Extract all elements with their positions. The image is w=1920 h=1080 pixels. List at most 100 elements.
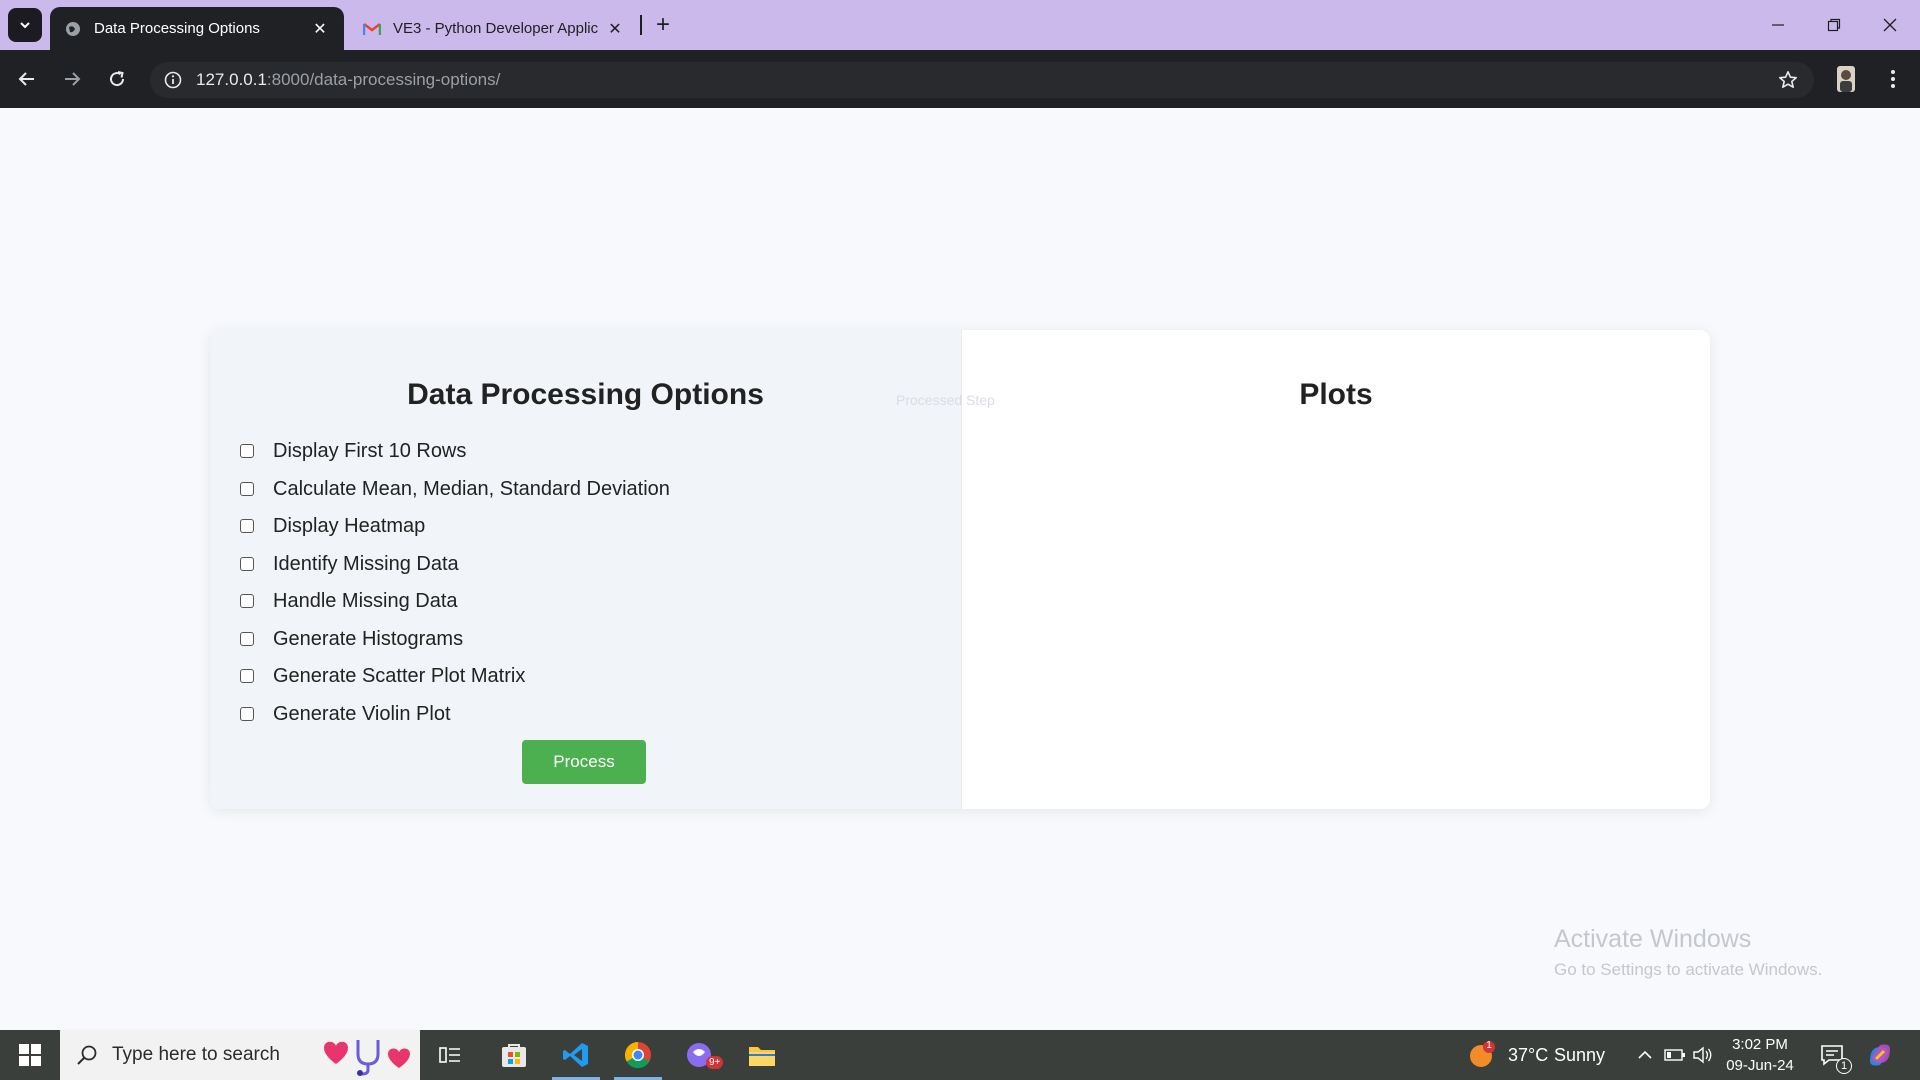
tab-data-processing[interactable]: Data Processing Options ✕	[50, 7, 344, 50]
search-placeholder: Type here to search	[112, 1044, 280, 1065]
checkbox[interactable]	[240, 707, 254, 721]
arrow-right-icon	[65, 72, 81, 86]
option-display-first-rows[interactable]: Display First 10 Rows	[240, 436, 466, 466]
content-card: Data Processing Options Display First 10…	[210, 330, 1710, 809]
option-label: Identify Missing Data	[273, 552, 459, 575]
speaker-icon	[1693, 1046, 1712, 1064]
close-tab-icon[interactable]: ✕	[310, 19, 330, 39]
option-label: Generate Scatter Plot Matrix	[273, 664, 526, 687]
tab-gmail[interactable]: VE3 - Python Developer Applic ✕	[349, 7, 639, 50]
taskbar-store[interactable]	[484, 1030, 544, 1080]
url-text: 127.0.0.1:8000/data-processing-options/	[196, 70, 500, 90]
task-view-icon	[439, 1047, 460, 1063]
options-panel-title: Data Processing Options	[407, 378, 764, 411]
option-histograms[interactable]: Generate Histograms	[240, 624, 463, 654]
tab-search-button[interactable]	[8, 8, 42, 42]
globe-icon	[64, 20, 82, 38]
copilot-button[interactable]	[1858, 1030, 1902, 1080]
checkbox[interactable]	[240, 557, 254, 571]
reload-button[interactable]	[99, 61, 135, 97]
windows-logo-icon	[19, 1044, 41, 1066]
option-label: Calculate Mean, Median, Standard Deviati…	[273, 477, 670, 500]
browser-menu-button[interactable]	[1875, 61, 1911, 97]
option-handle-missing[interactable]: Handle Missing Data	[240, 586, 458, 616]
url-host: 127.0.0.1	[196, 70, 267, 89]
chrome-icon	[624, 1041, 651, 1069]
task-view-button[interactable]	[420, 1030, 480, 1080]
tab-title: VE3 - Python Developer Applic	[393, 20, 599, 37]
weather-condition: Sunny	[1554, 1045, 1606, 1065]
vscode-icon	[563, 1043, 588, 1067]
checkbox[interactable]	[240, 482, 254, 496]
start-button[interactable]	[0, 1030, 60, 1080]
checkbox[interactable]	[240, 632, 254, 646]
address-bar[interactable]: 127.0.0.1:8000/data-processing-options/	[150, 62, 1814, 98]
weather-badge: 1	[1486, 1040, 1492, 1051]
restore-icon	[1827, 18, 1841, 32]
weather-widget[interactable]: 1 37°C Sunny	[1468, 1040, 1618, 1070]
tab-separator	[640, 15, 642, 35]
option-label: Generate Violin Plot	[273, 702, 451, 725]
weather-temp: 37°C	[1508, 1045, 1549, 1065]
checkbox[interactable]	[240, 669, 254, 683]
restore-button[interactable]	[1806, 0, 1862, 50]
close-window-button[interactable]	[1862, 0, 1918, 50]
network-button[interactable]	[1660, 1030, 1690, 1080]
tab-strip: Data Processing Options ✕ VE3 - Python D…	[0, 0, 1920, 50]
clock-date: 09-Jun-24	[1726, 1057, 1794, 1074]
taskbar-file-explorer[interactable]	[732, 1030, 792, 1080]
minimize-icon	[1772, 24, 1784, 26]
notifications-button[interactable]: 1	[1812, 1030, 1852, 1080]
taskbar-chat-app[interactable]: 9+	[670, 1030, 730, 1080]
taskbar-search[interactable]: Type here to search	[60, 1030, 420, 1080]
option-label: Display First 10 Rows	[273, 439, 467, 462]
notification-count: 1	[1836, 1058, 1852, 1074]
stethoscope-hearts-icon	[324, 1040, 410, 1076]
option-identify-missing[interactable]: Identify Missing Data	[240, 549, 459, 579]
option-scatter-matrix[interactable]: Generate Scatter Plot Matrix	[240, 661, 525, 691]
taskbar-vscode[interactable]	[546, 1030, 606, 1080]
battery-icon	[1664, 1049, 1685, 1061]
plots-panel-title: Plots	[1299, 378, 1373, 411]
option-label: Display Heatmap	[273, 514, 426, 537]
option-calc-stats[interactable]: Calculate Mean, Median, Standard Deviati…	[240, 474, 670, 504]
taskbar: Type here to search 9+ 1 37°C Sunny 3:02…	[0, 1030, 1920, 1080]
back-button[interactable]	[9, 61, 45, 97]
star-icon	[1779, 71, 1797, 88]
minimize-button[interactable]	[1750, 0, 1806, 50]
profile-avatar[interactable]	[1828, 61, 1864, 97]
option-label: Handle Missing Data	[273, 589, 458, 612]
forward-button[interactable]	[54, 61, 90, 97]
tab-title: Data Processing Options	[94, 20, 260, 37]
faded-tooltip: Processed Step	[896, 392, 995, 408]
info-icon	[164, 71, 182, 89]
url-path: :8000/data-processing-options/	[266, 70, 501, 89]
search-icon	[77, 1045, 97, 1065]
checkbox[interactable]	[240, 519, 254, 533]
volume-button[interactable]	[1688, 1030, 1718, 1080]
show-hidden-icons-button[interactable]	[1628, 1030, 1662, 1080]
close-tab-icon[interactable]: ✕	[605, 19, 625, 39]
new-tab-button[interactable]: +	[648, 10, 678, 40]
chevron-down-icon	[20, 22, 30, 29]
process-button[interactable]: Process	[522, 740, 646, 784]
clock-time: 3:02 PM	[1732, 1036, 1788, 1053]
chat-badge: 9+	[706, 1056, 724, 1069]
watermark-subtitle: Go to Settings to activate Windows.	[1554, 960, 1823, 979]
system-clock[interactable]: 3:02 PM 09-Jun-24	[1720, 1034, 1800, 1076]
checkbox[interactable]	[240, 444, 254, 458]
taskbar-chrome[interactable]	[608, 1030, 668, 1080]
option-violin-plot[interactable]: Generate Violin Plot	[240, 699, 451, 729]
site-info-button[interactable]	[150, 62, 196, 98]
avatar-icon	[1837, 66, 1855, 92]
option-display-heatmap[interactable]: Display Heatmap	[240, 511, 425, 541]
folder-icon	[749, 1047, 775, 1066]
reload-icon	[110, 71, 125, 87]
option-label: Generate Histograms	[273, 627, 464, 650]
checkbox[interactable]	[240, 594, 254, 608]
copilot-icon	[1870, 1044, 1890, 1066]
plots-panel: Plots	[961, 330, 1710, 809]
close-icon	[1883, 18, 1897, 32]
bookmark-star-button[interactable]	[1776, 68, 1800, 92]
store-icon	[502, 1044, 526, 1067]
